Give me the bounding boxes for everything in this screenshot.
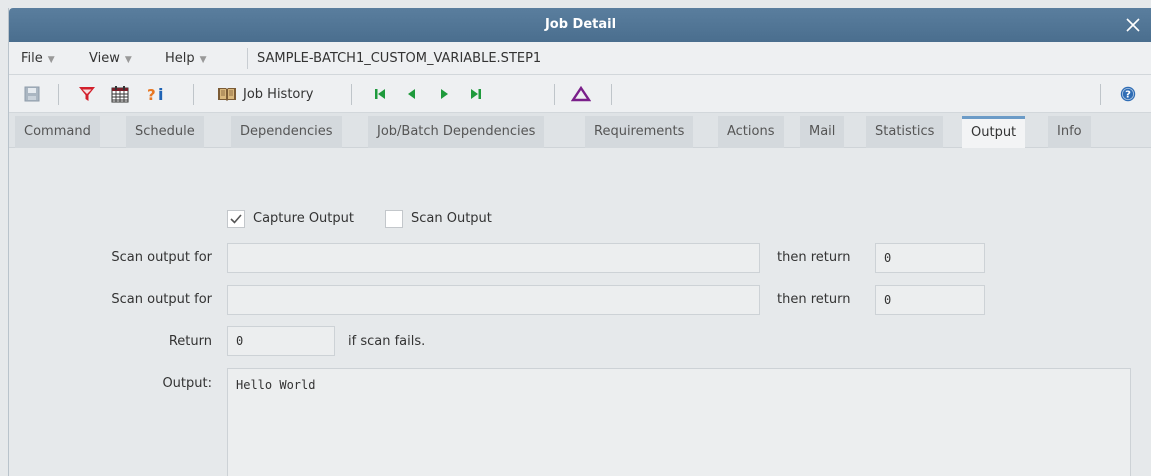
tab-schedule[interactable]: Schedule [126,116,204,148]
menu-help[interactable]: Help ▼ [165,51,207,66]
scan-output-input[interactable] [227,285,760,315]
toolbar-divider [58,84,59,105]
svg-text:?: ? [147,86,156,103]
scan-output-label: Scan Output [411,211,492,226]
calendar-icon [111,86,129,103]
tab-dependencies[interactable]: Dependencies [231,116,342,148]
output-textarea[interactable]: Hello World [227,368,1131,476]
return-input[interactable]: 0 [227,326,335,356]
job-detail-window: Job Detail File ▼ View ▼ Help ▼ SAMPLE-BATC… [8,8,1151,476]
tab-mail[interactable]: Mail [800,116,845,148]
calendar-button[interactable] [111,84,129,104]
first-icon [375,89,385,99]
chevron-down-icon: ▼ [199,55,207,65]
then-return-input[interactable]: 0 [875,285,985,315]
tab-command[interactable]: Command [15,116,100,148]
capture-output-checkbox[interactable] [227,210,245,228]
close-button[interactable] [1120,12,1146,38]
chevron-down-icon: ▼ [47,55,55,65]
scan-output-for-label: Scan output for [111,250,212,265]
previous-icon [408,89,415,99]
menu-bar: File ▼ View ▼ Help ▼ SAMPLE-BATCH1_CUSTOM_V… [9,42,1151,75]
menu-file-label: File [21,51,43,66]
job-history-button[interactable]: Job History [217,84,313,104]
menu-view-label: View [89,51,120,66]
info-icon: ? i [147,85,163,103]
if-scan-fails-label: if scan fails. [348,334,426,349]
save-icon [24,86,40,102]
tab-bar: Command Schedule Dependencies Job/Batch … [9,113,1151,148]
book-icon [218,88,236,101]
chevron-down-icon: ▼ [124,55,132,65]
scan-output-input[interactable] [227,243,760,273]
filter-icon [79,87,95,101]
checkmark-icon [230,214,242,224]
help-button[interactable]: ? [1120,84,1136,104]
menu-file[interactable]: File ▼ [21,51,55,66]
delta-button[interactable] [571,84,591,104]
first-button[interactable] [373,84,387,104]
menu-divider [247,48,248,69]
toolbar: ? i Job History ? [9,75,1151,113]
tab-job-batch-dependencies[interactable]: Job/Batch Dependencies [368,116,545,148]
scan-output-for-label: Scan output for [111,292,212,307]
next-icon [441,89,448,99]
then-return-label: then return [777,250,851,265]
toolbar-divider [193,84,194,105]
next-button[interactable] [437,84,451,104]
filter-button[interactable] [78,84,96,104]
save-button[interactable] [24,84,40,104]
tab-statistics[interactable]: Statistics [866,116,944,148]
info-button[interactable]: ? i [147,84,169,104]
menu-view[interactable]: View ▼ [89,51,132,66]
toolbar-divider [351,84,352,105]
toolbar-divider [554,84,555,105]
then-return-input[interactable]: 0 [875,243,985,273]
toolbar-divider [1100,84,1101,105]
menu-help-label: Help [165,51,195,66]
close-icon [1126,18,1140,32]
previous-button[interactable] [405,84,419,104]
tab-actions[interactable]: Actions [718,116,784,148]
delta-icon [571,86,591,102]
output-panel: Capture Output Scan Output Scan output f… [9,148,1151,476]
job-path: SAMPLE-BATCH1_CUSTOM_VARIABLE.STEP1 [257,51,542,66]
toolbar-divider [611,84,612,105]
last-button[interactable] [469,84,483,104]
output-label: Output: [162,376,212,391]
capture-output-label: Capture Output [253,211,354,226]
last-icon [471,89,481,99]
scan-output-checkbox[interactable] [385,210,403,228]
svg-text:i: i [158,85,163,103]
tab-output[interactable]: Output [962,116,1026,148]
tab-requirements[interactable]: Requirements [585,116,694,148]
title-bar: Job Detail [9,8,1151,42]
help-symbol: ? [1125,90,1131,101]
return-label: Return [168,334,212,349]
tab-info[interactable]: Info [1048,116,1091,148]
help-icon: ? [1120,86,1136,102]
job-history-label: Job History [243,86,314,102]
then-return-label: then return [777,292,851,307]
window-title: Job Detail [544,17,617,32]
